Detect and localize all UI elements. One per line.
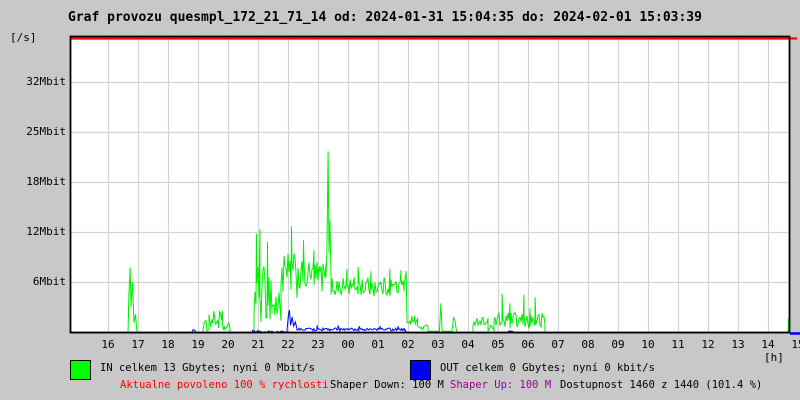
x-tick-label: 02: [401, 338, 415, 351]
x-tick-label: 00: [341, 338, 355, 351]
shaper-up-text: Shaper Up: 100 M: [450, 379, 552, 391]
x-tick-label: 23: [311, 338, 325, 351]
x-tick-label: 17: [131, 338, 145, 351]
y-tick-label: 25Mbit: [26, 125, 66, 138]
allowed-speed-text: Aktualne povoleno 100 % rychlosti: [120, 379, 329, 391]
x-tick-label: 19: [191, 338, 205, 351]
out-legend-swatch: [410, 360, 431, 380]
availability-text: Dostupnost 1460 z 1440 (101.4 %): [560, 379, 763, 391]
x-axis-unit-label: [h]: [764, 351, 784, 364]
x-tick-label: 21: [251, 338, 265, 351]
shaper-down-text: Shaper Down: 100 M: [330, 379, 444, 391]
x-tick-label: 22: [281, 338, 295, 351]
in-legend-label: IN celkem 13 Gbytes; nyní 0 Mbit/s: [100, 362, 315, 374]
in-legend-swatch: [70, 360, 91, 380]
x-tick-label: 12: [701, 338, 715, 351]
x-tick-label: 18: [161, 338, 175, 351]
out-legend-label: OUT celkem 0 Gbytes; nyní 0 kbit/s: [440, 362, 655, 374]
y-tick-label: 12Mbit: [26, 225, 66, 238]
x-tick-label: 11: [671, 338, 685, 351]
x-tick-label: 03: [431, 338, 445, 351]
x-tick-label: 10: [641, 338, 655, 351]
y-tick-label: 6Mbit: [32, 275, 66, 288]
x-tick-label: 09: [611, 338, 625, 351]
plot-background: [70, 36, 790, 333]
x-tick-label: 13: [731, 338, 745, 351]
x-tick-label: 06: [521, 338, 535, 351]
x-tick-label: 16: [101, 338, 115, 351]
x-tick-label: 01: [371, 338, 385, 351]
y-tick-label: 32Mbit: [26, 75, 66, 88]
x-tick-label: 04: [461, 338, 475, 351]
x-tick-label: 07: [551, 338, 565, 351]
mrtg-graph-page: Graf provozu quesmpl_172_21_71_14 od: 20…: [0, 0, 800, 400]
x-tick-label: 15: [791, 338, 800, 351]
x-tick-label: 05: [491, 338, 505, 351]
x-tick-label: 14: [761, 338, 775, 351]
x-tick-label: 20: [221, 338, 235, 351]
y-tick-label: 18Mbit: [26, 175, 66, 188]
x-tick-label: 08: [581, 338, 595, 351]
